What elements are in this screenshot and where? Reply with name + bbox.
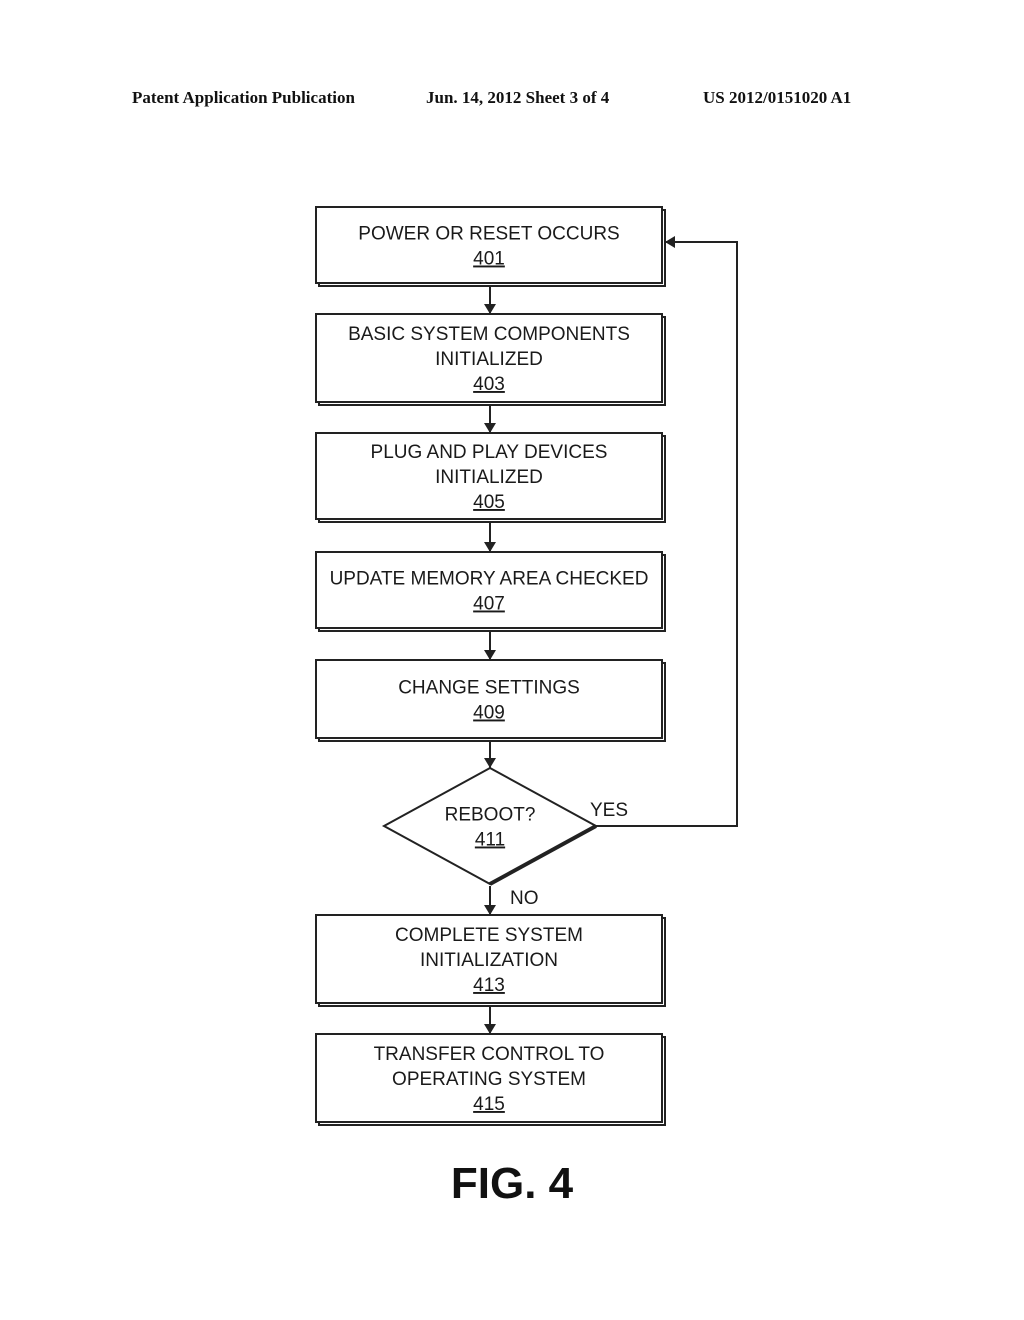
node-401: POWER OR RESET OCCURS 401: [315, 206, 666, 287]
flowchart: YES NO POWER OR RESET OCCURS 401 BASIC SYST…: [315, 206, 738, 1208]
node-label-line: UPDATE MEMORY AREA CHECKED: [330, 569, 649, 590]
node-reference-number: 405: [473, 492, 505, 513]
arrowhead-icon: [484, 650, 496, 660]
node-reference-number: 411: [475, 830, 505, 851]
node-reference-number: 409: [473, 703, 505, 724]
node-411: REBOOT? 411: [381, 766, 599, 886]
edge-label-yes: YES: [590, 800, 628, 821]
arrowhead-icon: [665, 236, 675, 248]
edge-label-no: NO: [510, 888, 539, 909]
node-409: CHANGE SETTINGS 409: [315, 659, 666, 742]
figure-label: FIG. 4: [451, 1159, 574, 1208]
node-label-line: POWER OR RESET OCCURS: [358, 224, 619, 245]
node-label-line: BASIC SYSTEM COMPONENTS: [348, 324, 630, 345]
node-reference-number: 415: [473, 1094, 505, 1115]
arrowhead-icon: [484, 423, 496, 433]
node-label-line: COMPLETE SYSTEM: [395, 925, 583, 946]
node-label-line: REBOOT?: [445, 805, 536, 826]
node-403: BASIC SYSTEM COMPONENTS INITIALIZED 403: [315, 313, 666, 406]
node-label-line: CHANGE SETTINGS: [398, 678, 580, 699]
node-label-line: TRANSFER CONTROL TO: [374, 1044, 605, 1065]
arrowhead-icon: [484, 905, 496, 915]
process-box: [315, 659, 663, 739]
arrowhead-icon: [484, 304, 496, 314]
node-label-line: PLUG AND PLAY DEVICES: [371, 442, 608, 463]
node-reference-number: 413: [473, 975, 505, 996]
node-label-line: OPERATING SYSTEM: [392, 1069, 586, 1090]
decision-diamond: [381, 766, 599, 886]
node-413: COMPLETE SYSTEM INITIALIZATION 413: [315, 914, 666, 1007]
process-box: [315, 551, 663, 629]
node-415: TRANSFER CONTROL TO OPERATING SYSTEM 415: [315, 1033, 666, 1126]
node-reference-number: 407: [473, 594, 505, 615]
node-reference-number: 403: [473, 374, 505, 395]
node-405: PLUG AND PLAY DEVICES INITIALIZED 405: [315, 432, 666, 523]
node-label-line: INITIALIZATION: [420, 950, 558, 971]
node-407: UPDATE MEMORY AREA CHECKED 407: [315, 551, 666, 632]
node-reference-number: 401: [473, 249, 505, 270]
arrowhead-icon: [484, 758, 496, 768]
nodes-layer: POWER OR RESET OCCURS 401 BASIC SYSTEM COM…: [315, 206, 666, 1126]
node-label-line: INITIALIZED: [435, 467, 543, 488]
node-label-line: INITIALIZED: [435, 349, 543, 370]
arrowhead-icon: [484, 1024, 496, 1034]
arrowhead-icon: [484, 542, 496, 552]
process-box: [315, 206, 663, 284]
